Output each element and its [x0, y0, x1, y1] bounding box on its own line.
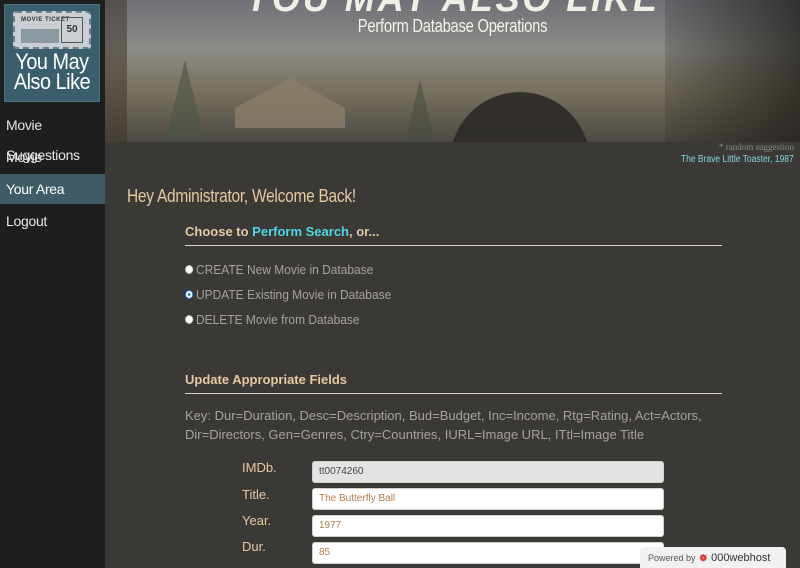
hero-house: [235, 78, 345, 128]
field-label-duration: Dur.: [242, 539, 266, 554]
choose-prefix: Choose to: [185, 224, 253, 239]
imdb-field[interactable]: tt0074260: [312, 461, 664, 483]
field-key-legend: Key: Dur=Duration, Desc=Description, Bud…: [185, 408, 702, 442]
nav-your-area[interactable]: Your Area: [0, 174, 105, 204]
update-heading: Update Appropriate Fields: [185, 372, 722, 394]
radio-button[interactable]: [185, 265, 194, 275]
sidebar: MOVIE TICKET 50 You May Also Like Movie …: [0, 0, 105, 568]
ticket-stub: [21, 29, 59, 43]
powered-by-badge[interactable]: Powered by ❁ 000webhost: [640, 547, 786, 568]
perform-search-link[interactable]: Perform Search: [252, 224, 349, 239]
radio-create[interactable]: CREATE New Movie in Database: [185, 262, 373, 277]
welcome-message: Hey Administrator, Welcome Back!: [127, 186, 356, 206]
nav-logout[interactable]: Logout: [0, 206, 105, 236]
year-field[interactable]: 1977: [312, 515, 664, 537]
hero-frame: [105, 0, 127, 142]
powered-by-text: Powered by: [648, 553, 696, 563]
webhost-brand: 000webhost: [711, 552, 771, 564]
field-label-imdb: IMDb.: [242, 460, 277, 475]
page-subtitle: Perform Database Operations: [357, 16, 548, 36]
hero-tree: [405, 80, 435, 142]
logo-text: You May Also Like: [10, 51, 95, 94]
nav-movie-suggestions[interactable]: Movie Suggestions: [0, 110, 105, 163]
radio-delete[interactable]: DELETE Movie from Database: [185, 312, 360, 327]
field-label-title: Title.: [242, 487, 270, 502]
random-suggestion-label: * random suggestion: [719, 142, 794, 152]
choose-suffix: , or...: [349, 224, 380, 239]
webhost-icon: ❁: [699, 553, 708, 563]
radio-update[interactable]: UPDATE Existing Movie in Database: [185, 287, 391, 302]
radio-button[interactable]: [185, 290, 194, 300]
radio-label: DELETE Movie from Database: [196, 312, 360, 327]
duration-field[interactable]: 85: [312, 542, 664, 564]
hero-banner: YOU MAY ALSO LIKE Perform Database Opera…: [105, 0, 800, 142]
choose-heading: Choose to Perform Search, or...: [185, 224, 722, 246]
field-label-year: Year.: [242, 513, 272, 528]
radio-label: CREATE New Movie in Database: [196, 262, 374, 277]
ticket-icon: MOVIE TICKET 50: [13, 11, 91, 49]
radio-label: UPDATE Existing Movie in Database: [196, 287, 392, 302]
ticket-number: 50: [61, 17, 83, 43]
title-field[interactable]: The Butterfly Ball: [312, 488, 664, 510]
random-suggestion-link[interactable]: The Brave Little Toaster, 1987: [681, 154, 794, 165]
nav-movie-inspiration[interactable]: Movie Inspiration: [0, 142, 105, 195]
logo-line-2: Also Like: [13, 69, 91, 94]
radio-button[interactable]: [185, 315, 194, 325]
site-logo[interactable]: MOVIE TICKET 50 You May Also Like: [4, 4, 100, 102]
hero-figure: [450, 92, 590, 142]
hero-tree: [165, 60, 205, 142]
